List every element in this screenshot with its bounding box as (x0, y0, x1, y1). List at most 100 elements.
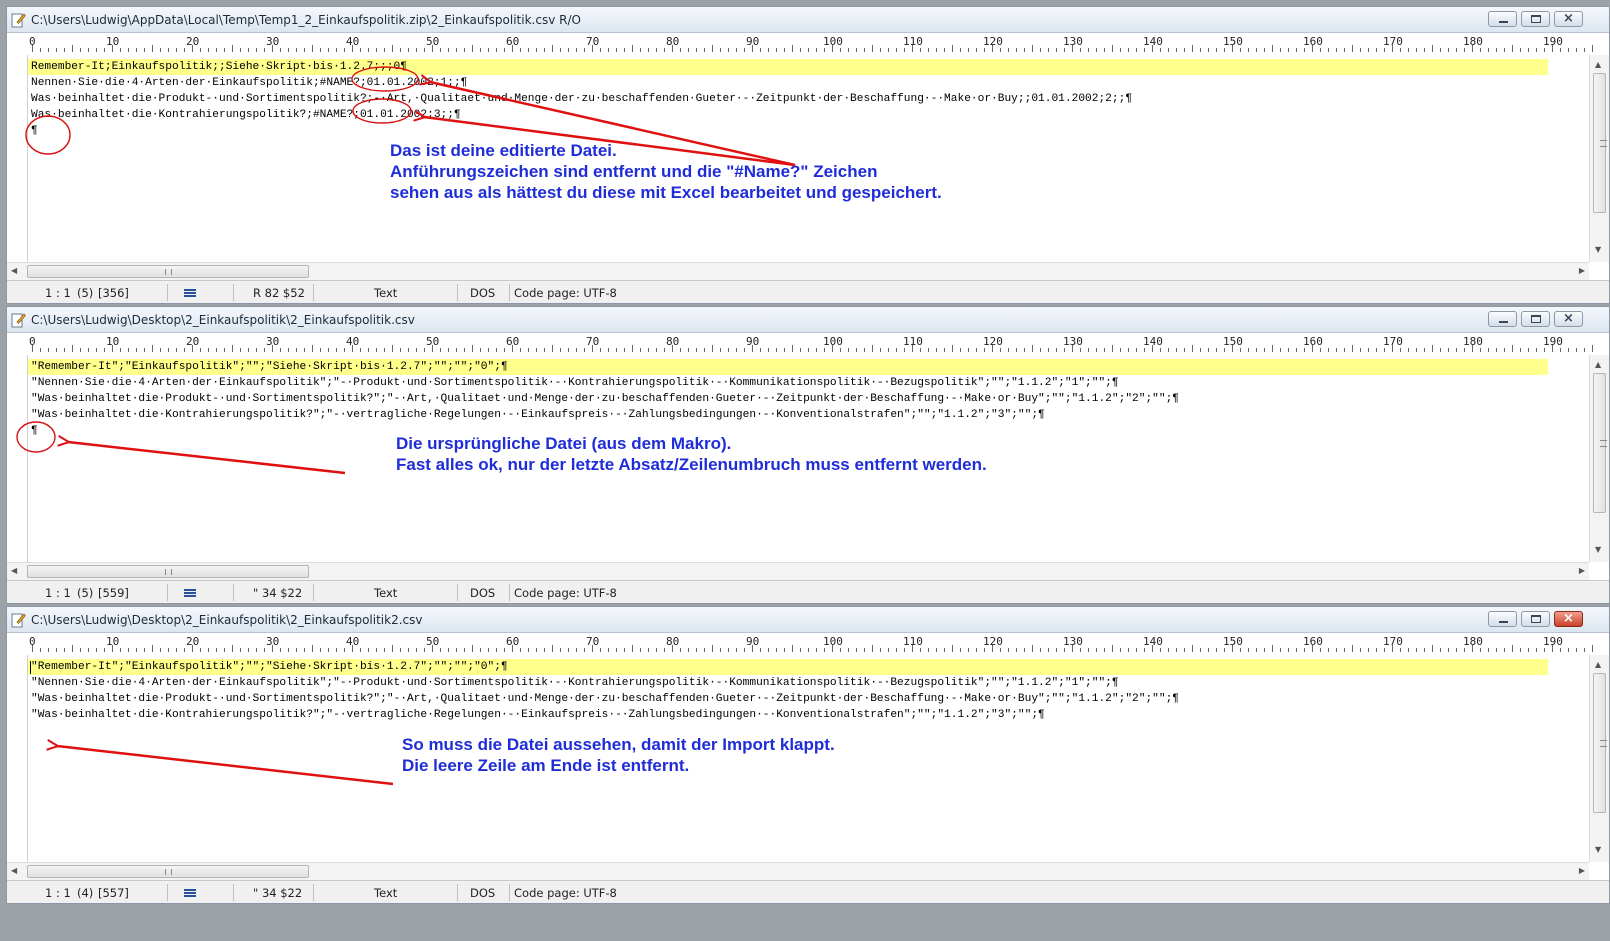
ruler-tick (1096, 348, 1097, 352)
ruler-tick (1584, 648, 1585, 652)
ruler-tick (1488, 648, 1489, 652)
scroll-thumb[interactable] (1593, 673, 1607, 813)
text-line[interactable]: "Remember-It";"Einkaufspolitik";"";"Sieh… (28, 659, 1548, 675)
ruler-tick (968, 348, 969, 352)
ruler-tick (336, 348, 337, 352)
ruler-tick (320, 348, 321, 352)
scroll-down-icon[interactable]: ▼ (1595, 545, 1601, 554)
ruler-tick (1112, 645, 1113, 652)
ruler-tick (1256, 348, 1257, 352)
vertical-scrollbar[interactable]: ▲ ▼ (1589, 355, 1609, 562)
text-line[interactable]: "Was·beinhaltet·die·Kontrahierungspoliti… (28, 407, 1548, 423)
ruler-tick (256, 48, 257, 52)
ruler-tick (520, 648, 521, 652)
close-button[interactable]: × (1554, 311, 1583, 327)
vertical-scrollbar[interactable]: ▲ ▼ (1589, 655, 1609, 862)
text-line[interactable]: "Remember-It";"Einkaufspolitik";"";"Sieh… (28, 359, 1548, 375)
window-title: C:\Users\Ludwig\Desktop\2_Einkaufspoliti… (31, 313, 415, 327)
close-button[interactable]: × (1554, 611, 1583, 627)
maximize-button[interactable] (1521, 611, 1550, 627)
ruler-tick (1528, 48, 1529, 52)
horizontal-scrollbar[interactable]: ◀ ▶ (7, 562, 1589, 580)
ruler-label: 30 (266, 335, 280, 348)
word-wrap-icon[interactable] (184, 889, 196, 897)
ruler-tick (1200, 348, 1201, 352)
ruler-tick (456, 48, 457, 52)
text-line[interactable]: "Nennen·Sie·die·4·Arten·der·Einkaufspoli… (28, 375, 1548, 391)
title-bar[interactable]: C:\Users\Ludwig\Desktop\2_Einkaufspoliti… (7, 607, 1609, 633)
horizontal-scrollbar[interactable]: ◀ ▶ (7, 862, 1589, 880)
scroll-left-icon[interactable]: ◀ (11, 866, 17, 875)
scroll-thumb[interactable] (1593, 373, 1607, 513)
word-wrap-icon[interactable] (184, 289, 196, 297)
ruler-tick (200, 48, 201, 52)
scroll-right-icon[interactable]: ▶ (1579, 866, 1585, 875)
text-line[interactable]: "Was·beinhaltet·die·Produkt-·und·Sortime… (28, 391, 1548, 407)
scroll-right-icon[interactable]: ▶ (1579, 266, 1585, 275)
scroll-thumb[interactable] (27, 565, 309, 578)
scroll-up-icon[interactable]: ▲ (1595, 60, 1601, 69)
text-line[interactable]: "Nennen·Sie·die·4·Arten·der·Einkaufspoli… (28, 675, 1548, 691)
ruler-tick (280, 48, 281, 52)
ruler-tick (104, 48, 105, 52)
ruler-tick (688, 648, 689, 652)
text-line[interactable]: "Was·beinhaltet·die·Kontrahierungspoliti… (28, 707, 1548, 723)
maximize-button[interactable] (1521, 311, 1550, 327)
ruler-tick (1328, 48, 1329, 52)
text-line[interactable]: Remember-It;Einkaufspolitik;;Siehe·Skrip… (28, 59, 1548, 75)
ruler-tick (1304, 648, 1305, 652)
ruler-tick (216, 648, 217, 652)
ruler-tick (152, 345, 153, 352)
scroll-thumb[interactable] (27, 265, 309, 278)
horizontal-scrollbar[interactable]: ◀ ▶ (7, 262, 1589, 280)
scroll-thumb[interactable] (27, 865, 309, 878)
ruler-tick (960, 48, 961, 52)
scroll-down-icon[interactable]: ▼ (1595, 845, 1601, 854)
scroll-up-icon[interactable]: ▲ (1595, 660, 1601, 669)
scroll-thumb[interactable] (1593, 73, 1607, 213)
ruler-tick (280, 648, 281, 652)
text-line[interactable]: "Was·beinhaltet·die·Produkt-·und·Sortime… (28, 691, 1548, 707)
ruler-tick (1296, 348, 1297, 352)
ruler-tick (1448, 648, 1449, 652)
ruler-tick (632, 645, 633, 652)
scroll-left-icon[interactable]: ◀ (11, 566, 17, 575)
ruler-tick (632, 45, 633, 52)
ruler-tick (1200, 648, 1201, 652)
vertical-scrollbar[interactable]: ▲ ▼ (1589, 55, 1609, 262)
ruler-tick (712, 645, 713, 652)
ruler-tick (1224, 648, 1225, 652)
annotation-line: sehen aus als hättest du diese mit Excel… (390, 183, 942, 202)
status-bar: 1 : 1 (5) [559] " 34 $22 Text DOS Code p… (7, 580, 1609, 603)
ruler-tick (1536, 348, 1537, 352)
text-caret (30, 661, 31, 674)
minimize-button[interactable] (1488, 611, 1517, 627)
ruler-tick (800, 648, 801, 652)
maximize-button[interactable] (1521, 11, 1550, 27)
word-wrap-icon[interactable] (184, 589, 196, 597)
status-separator (233, 584, 234, 601)
scroll-left-icon[interactable]: ◀ (11, 266, 17, 275)
title-bar[interactable]: C:\Users\Ludwig\Desktop\2_Einkaufspoliti… (7, 307, 1609, 333)
scroll-right-icon[interactable]: ▶ (1579, 566, 1585, 575)
ruler-tick (1376, 348, 1377, 352)
ruler-tick (784, 348, 785, 352)
scroll-up-icon[interactable]: ▲ (1595, 360, 1601, 369)
text-line[interactable]: ¶ (28, 123, 1548, 139)
ruler-tick (1000, 48, 1001, 52)
text-line[interactable]: Nennen·Sie·die·4·Arten·der·Einkaufspolit… (28, 75, 1548, 91)
ruler-tick (552, 645, 553, 652)
status-byte-count: [356] (98, 286, 129, 300)
minimize-button[interactable] (1488, 311, 1517, 327)
text-line[interactable]: Was·beinhaltet·die·Produkt-·und·Sortimen… (28, 91, 1548, 107)
ruler-tick (1280, 48, 1281, 52)
text-line[interactable]: Was·beinhaltet·die·Kontrahierungspolitik… (28, 107, 1548, 123)
ruler-tick (576, 348, 577, 352)
ruler-tick (240, 348, 241, 352)
scroll-down-icon[interactable]: ▼ (1595, 245, 1601, 254)
close-button[interactable]: × (1554, 11, 1583, 27)
minimize-button[interactable] (1488, 11, 1517, 27)
ruler-tick (1512, 645, 1513, 652)
title-bar[interactable]: C:\Users\Ludwig\AppData\Local\Temp\Temp1… (7, 7, 1609, 33)
ruler-tick (784, 648, 785, 652)
